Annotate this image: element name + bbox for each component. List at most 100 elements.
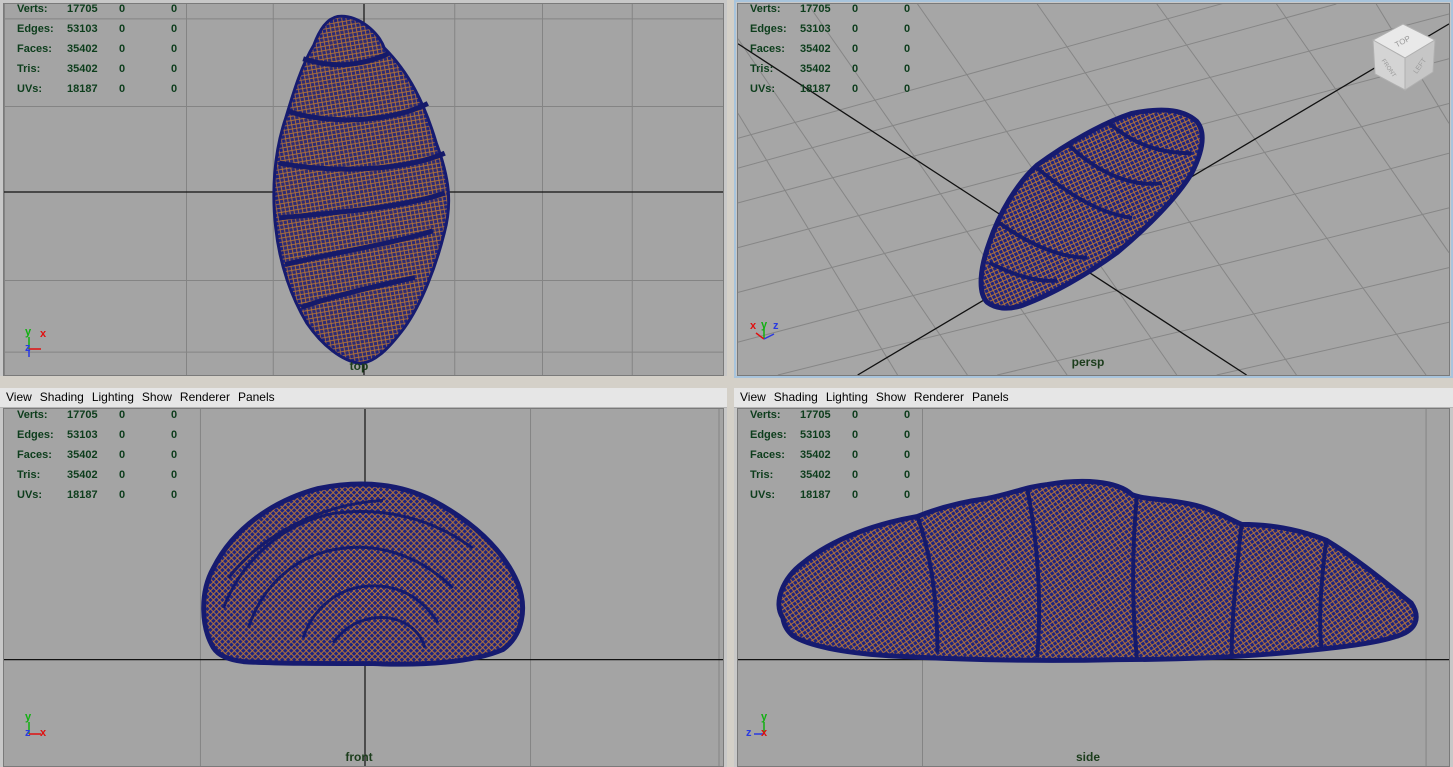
hud-edges-sel: 0 — [852, 23, 859, 35]
viewport-front[interactable]: Verts: 17705 0 0 Edges: 53103 0 0 Faces: 35402 0… — [3, 408, 724, 767]
hud-tris-sel: 0 — [852, 469, 859, 481]
hud-verts-label: Verts: — [17, 3, 48, 15]
hud-stats-side: Verts: 17705 0 0 Edges: 53103 0 0 Faces: 35402 0… — [750, 409, 934, 505]
hud-verts-label: Verts: — [750, 409, 781, 421]
hud-faces-label: Faces: — [750, 43, 785, 55]
hud-stats-top: Verts: 17705 0 0 Edges: 53103 0 0 Faces: 35402 0… — [17, 3, 201, 99]
hud-edges-comp: 0 — [904, 429, 911, 441]
hud-tris-label: Tris: — [17, 63, 41, 75]
menu-shading[interactable]: Shading — [770, 390, 822, 404]
hud-verts-sel: 0 — [119, 3, 126, 15]
hud-stats-persp: Verts: 17705 0 0 Edges: 53103 0 0 Faces: 35402 0… — [750, 3, 934, 99]
axis-x-label: x — [40, 727, 47, 739]
hud-faces-comp: 0 — [171, 449, 178, 461]
hud-uvs-label: UVs: — [17, 83, 43, 95]
viewport-pane-side[interactable]: View Shading Lighting Show Renderer Panels — [734, 388, 1453, 767]
hud-uvs-sel: 0 — [119, 83, 126, 95]
menu-lighting[interactable]: Lighting — [822, 390, 872, 404]
camera-label-side: side — [1075, 750, 1101, 764]
hud-faces-comp: 0 — [904, 43, 911, 55]
hud-faces-comp: 0 — [904, 449, 911, 461]
hud-edges-label: Edges: — [17, 429, 54, 441]
hud-uvs-label: UVs: — [750, 83, 776, 95]
hud-edges-label: Edges: — [750, 23, 787, 35]
camera-label-top: top — [349, 359, 369, 373]
hud-faces-label: Faces: — [17, 43, 52, 55]
hud-verts-comp: 0 — [171, 3, 178, 15]
pane-divider-vertical[interactable] — [727, 0, 734, 376]
hud-verts-value: 17705 — [67, 3, 98, 15]
hud-tris-value: 35402 — [67, 63, 98, 75]
hud-tris-comp: 0 — [171, 469, 178, 481]
hud-uvs-value: 18187 — [67, 489, 98, 501]
hud-faces-label: Faces: — [17, 449, 52, 461]
menu-renderer[interactable]: Renderer — [910, 390, 968, 404]
hud-tris-label: Tris: — [750, 469, 774, 481]
viewport-persp[interactable]: TOP LEFT FRONT Verts: 17705 0 0 Edges: 53103… — [737, 3, 1450, 376]
menu-show[interactable]: Show — [138, 390, 176, 404]
pane-divider-vertical-lower[interactable] — [727, 388, 734, 767]
axis-indicator-persp: x y z — [748, 317, 788, 351]
axis-indicator-top: y x z — [22, 327, 62, 363]
menu-shading[interactable]: Shading — [36, 390, 88, 404]
hud-edges-comp: 0 — [171, 429, 178, 441]
axis-y-label: y — [761, 319, 768, 331]
hud-edges-value: 53103 — [67, 429, 98, 441]
hud-tris-comp: 0 — [904, 63, 911, 75]
menu-lighting[interactable]: Lighting — [88, 390, 138, 404]
viewport-pane-front[interactable]: View Shading Lighting Show Renderer Panels — [0, 388, 727, 767]
axis-y-label: y — [25, 711, 32, 723]
hud-verts-sel: 0 — [852, 409, 859, 421]
viewport-side[interactable]: Verts: 17705 0 0 Edges: 53103 0 0 Faces: 35402 0… — [737, 408, 1450, 767]
hud-verts-label: Verts: — [750, 3, 781, 15]
hud-verts-comp: 0 — [904, 409, 911, 421]
axis-x-label: x — [750, 320, 757, 332]
hud-verts-sel: 0 — [852, 3, 859, 15]
axis-z-label: z — [25, 727, 31, 739]
hud-edges-label: Edges: — [750, 429, 787, 441]
hud-tris-value: 35402 — [800, 469, 831, 481]
hud-verts-value: 17705 — [800, 3, 831, 15]
hud-verts-comp: 0 — [904, 3, 911, 15]
menu-panels[interactable]: Panels — [968, 390, 1013, 404]
hud-uvs-label: UVs: — [17, 489, 43, 501]
hud-tris-comp: 0 — [904, 469, 911, 481]
axis-indicator-side: y z x — [744, 712, 784, 748]
axis-z-label: z — [25, 342, 31, 354]
panel-menubar-front: View Shading Lighting Show Renderer Panels — [0, 388, 727, 408]
hud-uvs-comp: 0 — [904, 489, 911, 501]
menu-renderer[interactable]: Renderer — [176, 390, 234, 404]
hud-faces-sel: 0 — [852, 43, 859, 55]
camera-label-front: front — [345, 750, 373, 764]
camera-label-persp: persp — [1071, 355, 1105, 369]
hud-verts-value: 17705 — [800, 409, 831, 421]
hud-tris-sel: 0 — [852, 63, 859, 75]
hud-tris-sel: 0 — [119, 63, 126, 75]
hud-tris-sel: 0 — [119, 469, 126, 481]
axis-x-label: x — [40, 328, 47, 340]
axis-z-label: z — [746, 727, 752, 739]
hud-stats-front: Verts: 17705 0 0 Edges: 53103 0 0 Faces: 35402 0… — [17, 409, 201, 505]
hud-verts-label: Verts: — [17, 409, 48, 421]
hud-uvs-label: UVs: — [750, 489, 776, 501]
hud-uvs-sel: 0 — [852, 489, 859, 501]
menu-view[interactable]: View — [734, 390, 770, 404]
hud-faces-sel: 0 — [852, 449, 859, 461]
hud-edges-value: 53103 — [67, 23, 98, 35]
hud-verts-comp: 0 — [171, 409, 178, 421]
hud-tris-label: Tris: — [750, 63, 774, 75]
viewport-top[interactable]: Verts: 17705 0 0 Edges: 53103 0 0 Faces: 35402 0… — [3, 3, 724, 376]
menu-panels[interactable]: Panels — [234, 390, 279, 404]
hud-uvs-sel: 0 — [852, 83, 859, 95]
menu-show[interactable]: Show — [872, 390, 910, 404]
hud-uvs-comp: 0 — [904, 83, 911, 95]
hud-edges-label: Edges: — [17, 23, 54, 35]
hud-edges-value: 53103 — [800, 23, 831, 35]
hud-uvs-value: 18187 — [800, 489, 831, 501]
view-cube[interactable]: TOP LEFT FRONT — [1365, 18, 1443, 96]
menu-view[interactable]: View — [0, 390, 36, 404]
hud-faces-value: 35402 — [67, 449, 98, 461]
hud-tris-value: 35402 — [67, 469, 98, 481]
viewport-pane-top[interactable]: Verts: 17705 0 0 Edges: 53103 0 0 Faces: 35402 0… — [0, 0, 727, 376]
viewport-pane-persp[interactable]: TOP LEFT FRONT Verts: 17705 0 0 Edges: 53103… — [734, 0, 1453, 378]
